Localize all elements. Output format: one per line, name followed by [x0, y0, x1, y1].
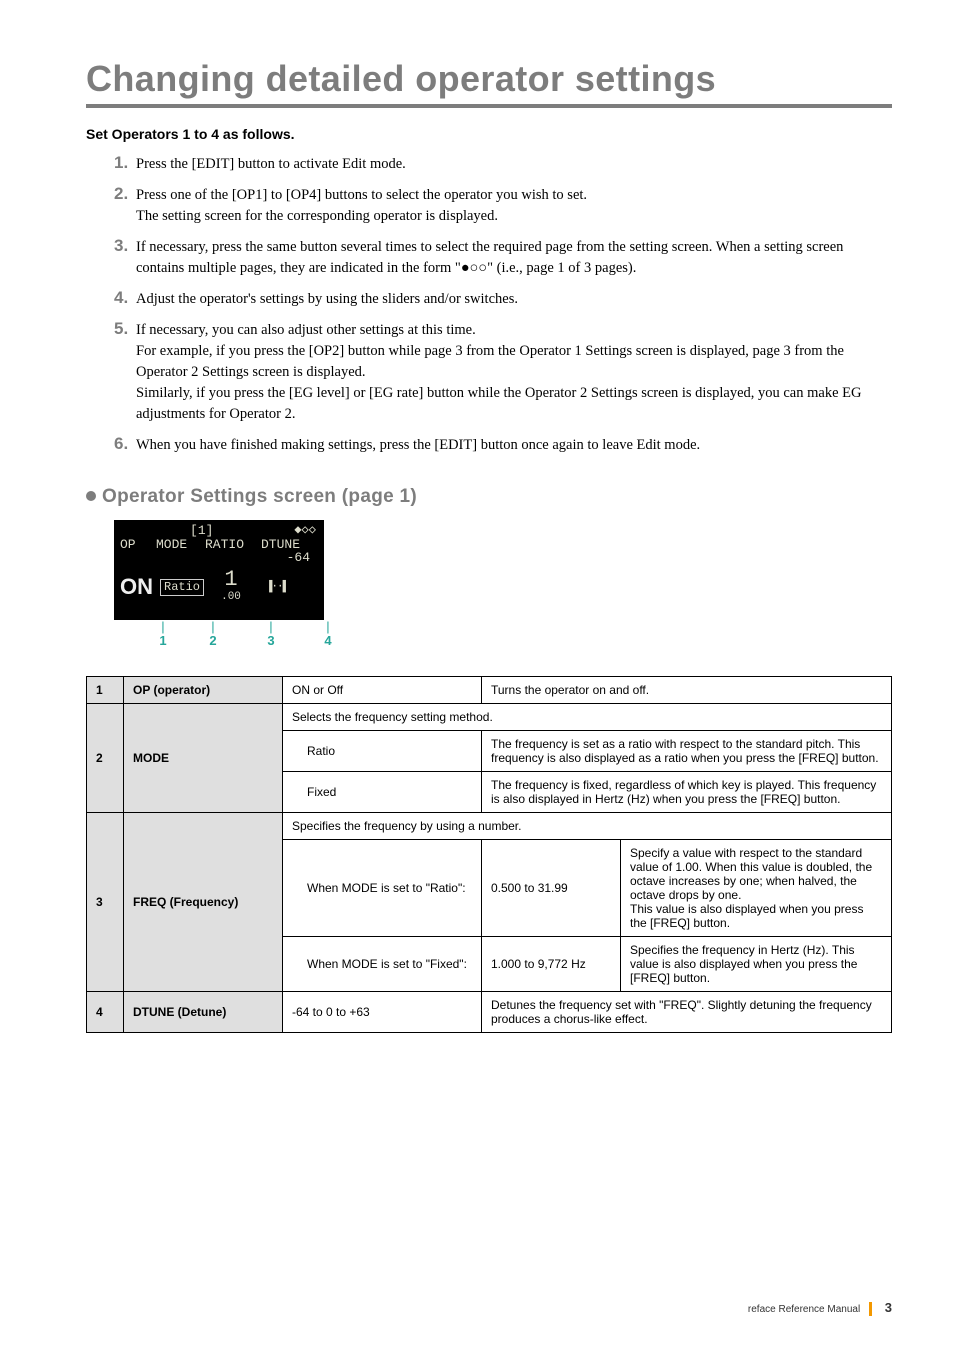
- freq-fixed-cond: When MODE is set to "Fixed":: [283, 937, 482, 992]
- mode-fixed-desc: The frequency is fixed, regardless of wh…: [482, 772, 892, 813]
- footer-page-number: 3: [885, 1300, 892, 1315]
- lcd-hdr-mode: MODE: [156, 538, 199, 552]
- lcd-page-indicator-icon: ◆◇◇: [294, 524, 316, 537]
- lcd-on-label: ON: [120, 575, 153, 599]
- row-num: 2: [87, 704, 124, 813]
- freq-ratio-cond: When MODE is set to "Ratio":: [283, 840, 482, 937]
- section-heading-text: Operator Settings screen (page 1): [102, 486, 417, 507]
- mode-ratio-label: Ratio: [283, 731, 482, 772]
- marker-4: 4: [324, 633, 331, 648]
- row-value: ON or Off: [283, 677, 482, 704]
- lcd-dtune-value: -64: [287, 550, 310, 565]
- table-row: 4 DTUNE (Detune) -64 to 0 to +63 Detunes…: [87, 992, 892, 1033]
- footer-manual-name: reface Reference Manual: [748, 1304, 860, 1315]
- row-num: 4: [87, 992, 124, 1033]
- freq-fixed-desc: Specifies the frequency in Hertz (Hz). T…: [621, 937, 892, 992]
- section-heading: Operator Settings screen (page 1): [86, 486, 892, 508]
- freq-ratio-desc: Specify a value with respect to the stan…: [621, 840, 892, 937]
- table-row: 2 MODE Selects the frequency setting met…: [87, 704, 892, 731]
- freq-ratio-range: 0.500 to 31.99: [482, 840, 621, 937]
- step-5: If necessary, you can also adjust other …: [114, 320, 892, 425]
- freq-fixed-range: 1.000 to 9,772 Hz: [482, 937, 621, 992]
- row-name: MODE: [124, 704, 283, 813]
- table-row: 3 FREQ (Frequency) Specifies the frequen…: [87, 813, 892, 840]
- lcd-freq: 1 .00: [211, 571, 251, 604]
- lcd-op-index: [1]: [190, 524, 213, 538]
- row-desc: Detunes the frequency set with "FREQ". S…: [482, 992, 892, 1033]
- lcd-hdr-op: OP: [120, 538, 150, 552]
- lcd-dtune-slider-icon: ▐··▌: [258, 581, 296, 593]
- table-row: 1 OP (operator) ON or Off Turns the oper…: [87, 677, 892, 704]
- intro-heading: Set Operators 1 to 4 as follows.: [86, 126, 892, 142]
- step-4: Adjust the operator's settings by using …: [114, 289, 892, 310]
- row-desc: Turns the operator on and off.: [482, 677, 892, 704]
- row-head: Specifies the frequency by using a numbe…: [283, 813, 892, 840]
- bullet-icon: [86, 491, 96, 501]
- step-6: When you have finished making settings, …: [114, 435, 892, 456]
- row-name: OP (operator): [124, 677, 283, 704]
- step-3: If necessary, press the same button seve…: [114, 237, 892, 279]
- row-name: DTUNE (Detune): [124, 992, 283, 1033]
- row-num: 1: [87, 677, 124, 704]
- settings-table: 1 OP (operator) ON or Off Turns the oper…: [86, 676, 892, 1033]
- footer-bar-icon: [869, 1302, 872, 1316]
- title-rule: [86, 104, 892, 108]
- lcd-markers: |1 |2 |3 |4: [142, 622, 364, 650]
- row-value: -64 to 0 to +63: [283, 992, 482, 1033]
- marker-1: 1: [159, 633, 166, 648]
- marker-3: 3: [267, 633, 274, 648]
- row-num: 3: [87, 813, 124, 992]
- row-name: FREQ (Frequency): [124, 813, 283, 992]
- row-head: Selects the frequency setting method.: [283, 704, 892, 731]
- marker-2: 2: [209, 633, 216, 648]
- lcd-ratio-label: Ratio: [160, 579, 204, 596]
- step-1: Press the [EDIT] button to activate Edit…: [114, 154, 892, 175]
- mode-ratio-desc: The frequency is set as a ratio with res…: [482, 731, 892, 772]
- steps-list: Press the [EDIT] button to activate Edit…: [86, 154, 892, 456]
- step-2: Press one of the [OP1] to [OP4] buttons …: [114, 185, 892, 227]
- lcd-hdr-ratio: RATIO: [205, 538, 255, 552]
- mode-fixed-label: Fixed: [283, 772, 482, 813]
- lcd-screenshot: [1] ◆◇◇ OP MODE RATIO DTUNE -64 ON Ratio…: [114, 520, 324, 620]
- page-title: Changing detailed operator settings: [86, 58, 892, 100]
- page-footer: reface Reference Manual 3: [748, 1300, 892, 1316]
